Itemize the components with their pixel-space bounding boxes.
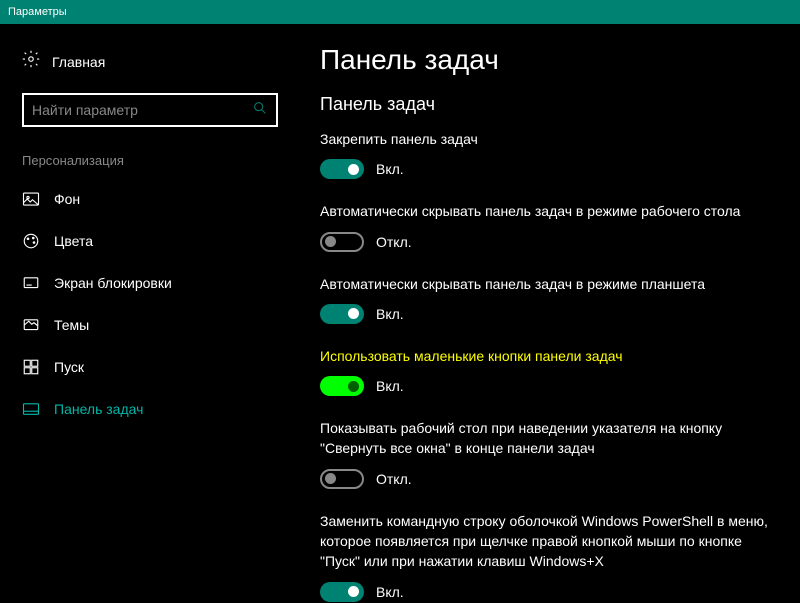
lockscreen-icon [22, 274, 40, 292]
sidebar-item-start[interactable]: Пуск [0, 346, 300, 388]
setting-small-buttons: Использовать маленькие кнопки панели зад… [320, 346, 772, 396]
page-title: Панель задач [320, 44, 772, 76]
palette-icon [22, 232, 40, 250]
window-title-bar: Параметры [0, 0, 800, 24]
taskbar-icon [22, 400, 40, 418]
sidebar-item-lockscreen[interactable]: Экран блокировки [0, 262, 300, 304]
setting-auto-hide-tablet: Автоматически скрывать панель задач в ре… [320, 274, 772, 324]
start-icon [22, 358, 40, 376]
toggle-state: Вкл. [376, 584, 404, 600]
search-box[interactable] [22, 93, 278, 127]
sidebar-item-label: Экран блокировки [54, 275, 172, 291]
toggle-small-buttons[interactable] [320, 376, 364, 396]
setting-label: Автоматически скрывать панель задач в ре… [320, 201, 772, 221]
setting-lock-taskbar: Закрепить панель задач Вкл. [320, 129, 772, 179]
section-header: Панель задач [320, 94, 772, 115]
sidebar-item-label: Пуск [54, 359, 84, 375]
toggle-lock-taskbar[interactable] [320, 159, 364, 179]
toggle-replace-cmd-powershell[interactable] [320, 582, 364, 602]
sidebar-item-label: Панель задач [54, 401, 143, 417]
themes-icon [22, 316, 40, 334]
setting-peek-desktop: Показывать рабочий стол при наведении ук… [320, 418, 772, 489]
setting-label: Использовать маленькие кнопки панели зад… [320, 346, 772, 366]
sidebar-item-label: Фон [54, 191, 80, 207]
toggle-state: Вкл. [376, 378, 404, 394]
window-title: Параметры [8, 6, 67, 18]
sidebar-item-label: Цвета [54, 233, 93, 249]
setting-replace-cmd-powershell: Заменить командную строку оболочкой Wind… [320, 511, 772, 602]
toggle-state: Вкл. [376, 306, 404, 322]
setting-label: Заменить командную строку оболочкой Wind… [320, 511, 772, 572]
setting-auto-hide-desktop: Автоматически скрывать панель задач в ре… [320, 201, 772, 251]
toggle-state: Откл. [376, 471, 412, 487]
sidebar-item-label: Темы [54, 317, 89, 333]
sidebar-item-background[interactable]: Фон [0, 178, 300, 220]
sidebar: Главная Персонализация Фон Цвета Э [0, 24, 300, 603]
sidebar-item-taskbar[interactable]: Панель задач [0, 388, 300, 430]
setting-label: Показывать рабочий стол при наведении ук… [320, 418, 772, 459]
gear-icon [22, 50, 40, 73]
home-link[interactable]: Главная [0, 44, 300, 79]
toggle-auto-hide-tablet[interactable] [320, 304, 364, 324]
sidebar-item-themes[interactable]: Темы [0, 304, 300, 346]
sidebar-section-title: Персонализация [0, 127, 300, 178]
main-panel: Панель задач Панель задач Закрепить пане… [300, 24, 800, 603]
search-icon [252, 100, 268, 121]
picture-icon [22, 190, 40, 208]
search-input[interactable] [32, 102, 252, 118]
toggle-state: Вкл. [376, 161, 404, 177]
setting-label: Автоматически скрывать панель задач в ре… [320, 274, 772, 294]
toggle-state: Откл. [376, 234, 412, 250]
toggle-auto-hide-desktop[interactable] [320, 232, 364, 252]
toggle-peek-desktop[interactable] [320, 469, 364, 489]
setting-label: Закрепить панель задач [320, 129, 772, 149]
home-label: Главная [52, 54, 105, 70]
sidebar-item-colors[interactable]: Цвета [0, 220, 300, 262]
